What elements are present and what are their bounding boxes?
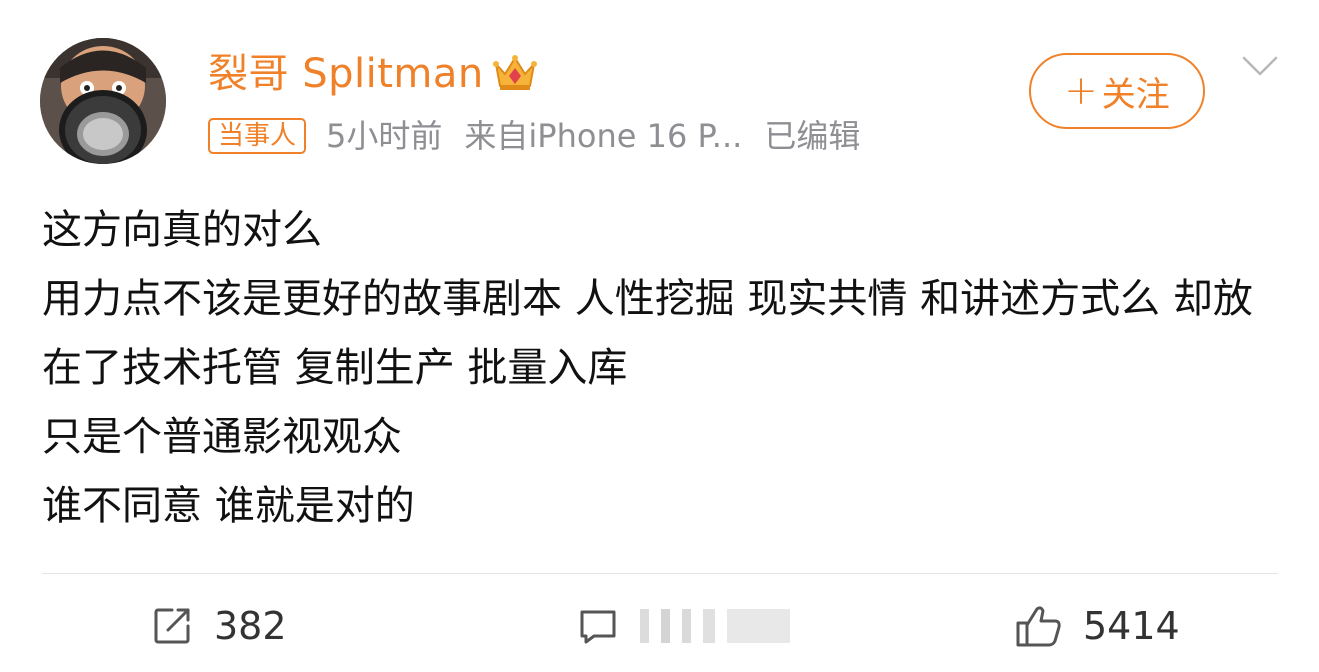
repost-count: 382 (214, 604, 287, 648)
comment-icon (580, 610, 616, 644)
user-avatar[interactable] (40, 38, 166, 164)
post-body: 这方向真的对么 用力点不该是更好的故事剧本 人性挖掘 现实共情 和讲述方式么 却… (42, 196, 1282, 541)
follow-button[interactable]: + 关注 (1029, 53, 1205, 129)
repost-button[interactable]: 382 (150, 596, 287, 656)
thumbs-up-icon (1016, 606, 1061, 647)
post-source: 来自iPhone 16 P... (464, 117, 743, 155)
post-meta: 当事人 5小时前 来自iPhone 16 P... 已编辑 (208, 116, 860, 156)
comment-count (640, 609, 790, 643)
avatar-image (40, 38, 166, 164)
chevron-down-icon[interactable] (1240, 52, 1280, 82)
post-line: 谁不同意 谁就是对的 (42, 483, 415, 529)
edited-label[interactable]: 已编辑 (764, 116, 860, 156)
post-line: 这方向真的对么 (42, 207, 322, 253)
comment-button[interactable] (576, 596, 790, 656)
author-row: 裂哥 Splitman (208, 48, 538, 100)
party-badge: 当事人 (208, 118, 307, 154)
post-line: 只是个普通影视观众 (42, 414, 402, 460)
author-name[interactable]: 裂哥 Splitman (208, 48, 484, 100)
divider (42, 573, 1278, 574)
action-bar: 382 5414 (0, 596, 1319, 656)
like-button[interactable]: 5414 (1015, 596, 1180, 656)
plus-icon: + (1064, 68, 1098, 114)
repost-icon (154, 608, 190, 644)
follow-label: 关注 (1101, 74, 1170, 115)
like-count: 5414 (1083, 604, 1180, 648)
post-line: 用力点不该是更好的故事剧本 人性挖掘 现实共情 和讲述方式么 却放在了技术托管 … (42, 276, 1253, 391)
crown-icon (492, 52, 538, 96)
post-time: 5小时前 (326, 117, 443, 155)
